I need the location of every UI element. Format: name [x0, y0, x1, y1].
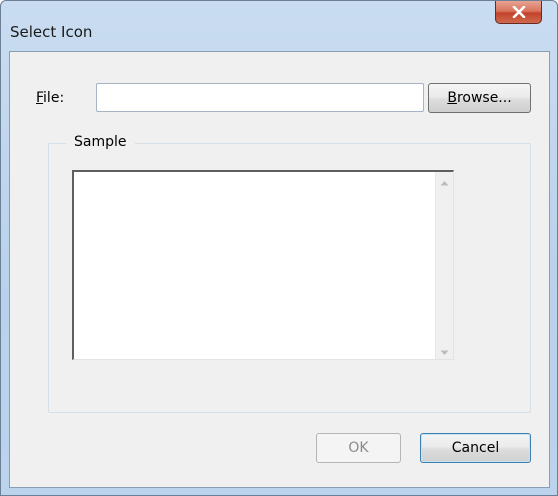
dialog-body: File: Browse... Sample OK Cancel [9, 51, 550, 488]
chevron-down-icon [440, 341, 449, 360]
browse-button-label: rowse... [456, 90, 512, 106]
ok-button[interactable]: OK [316, 433, 401, 463]
file-label: File: [36, 90, 64, 106]
sample-icon-list[interactable] [72, 170, 454, 360]
close-button[interactable] [495, 1, 542, 24]
file-input[interactable] [96, 83, 424, 112]
scroll-down-button[interactable] [436, 342, 453, 359]
scroll-up-button[interactable] [436, 172, 453, 189]
sample-group-label: Sample [66, 134, 135, 150]
title-bar[interactable]: Select Icon [1, 1, 557, 51]
close-icon [512, 6, 526, 18]
window-title: Select Icon [10, 23, 93, 41]
browse-button[interactable]: Browse... [428, 83, 531, 113]
browse-button-accelerator: B [447, 90, 457, 106]
select-icon-dialog: Select Icon File: Browse... Sample OK Ca… [0, 0, 558, 496]
cancel-button[interactable]: Cancel [420, 433, 531, 463]
file-label-accelerator: F [36, 90, 44, 106]
vertical-scrollbar[interactable] [435, 172, 453, 359]
chevron-up-icon [440, 171, 449, 190]
file-label-text: ile: [43, 90, 65, 106]
